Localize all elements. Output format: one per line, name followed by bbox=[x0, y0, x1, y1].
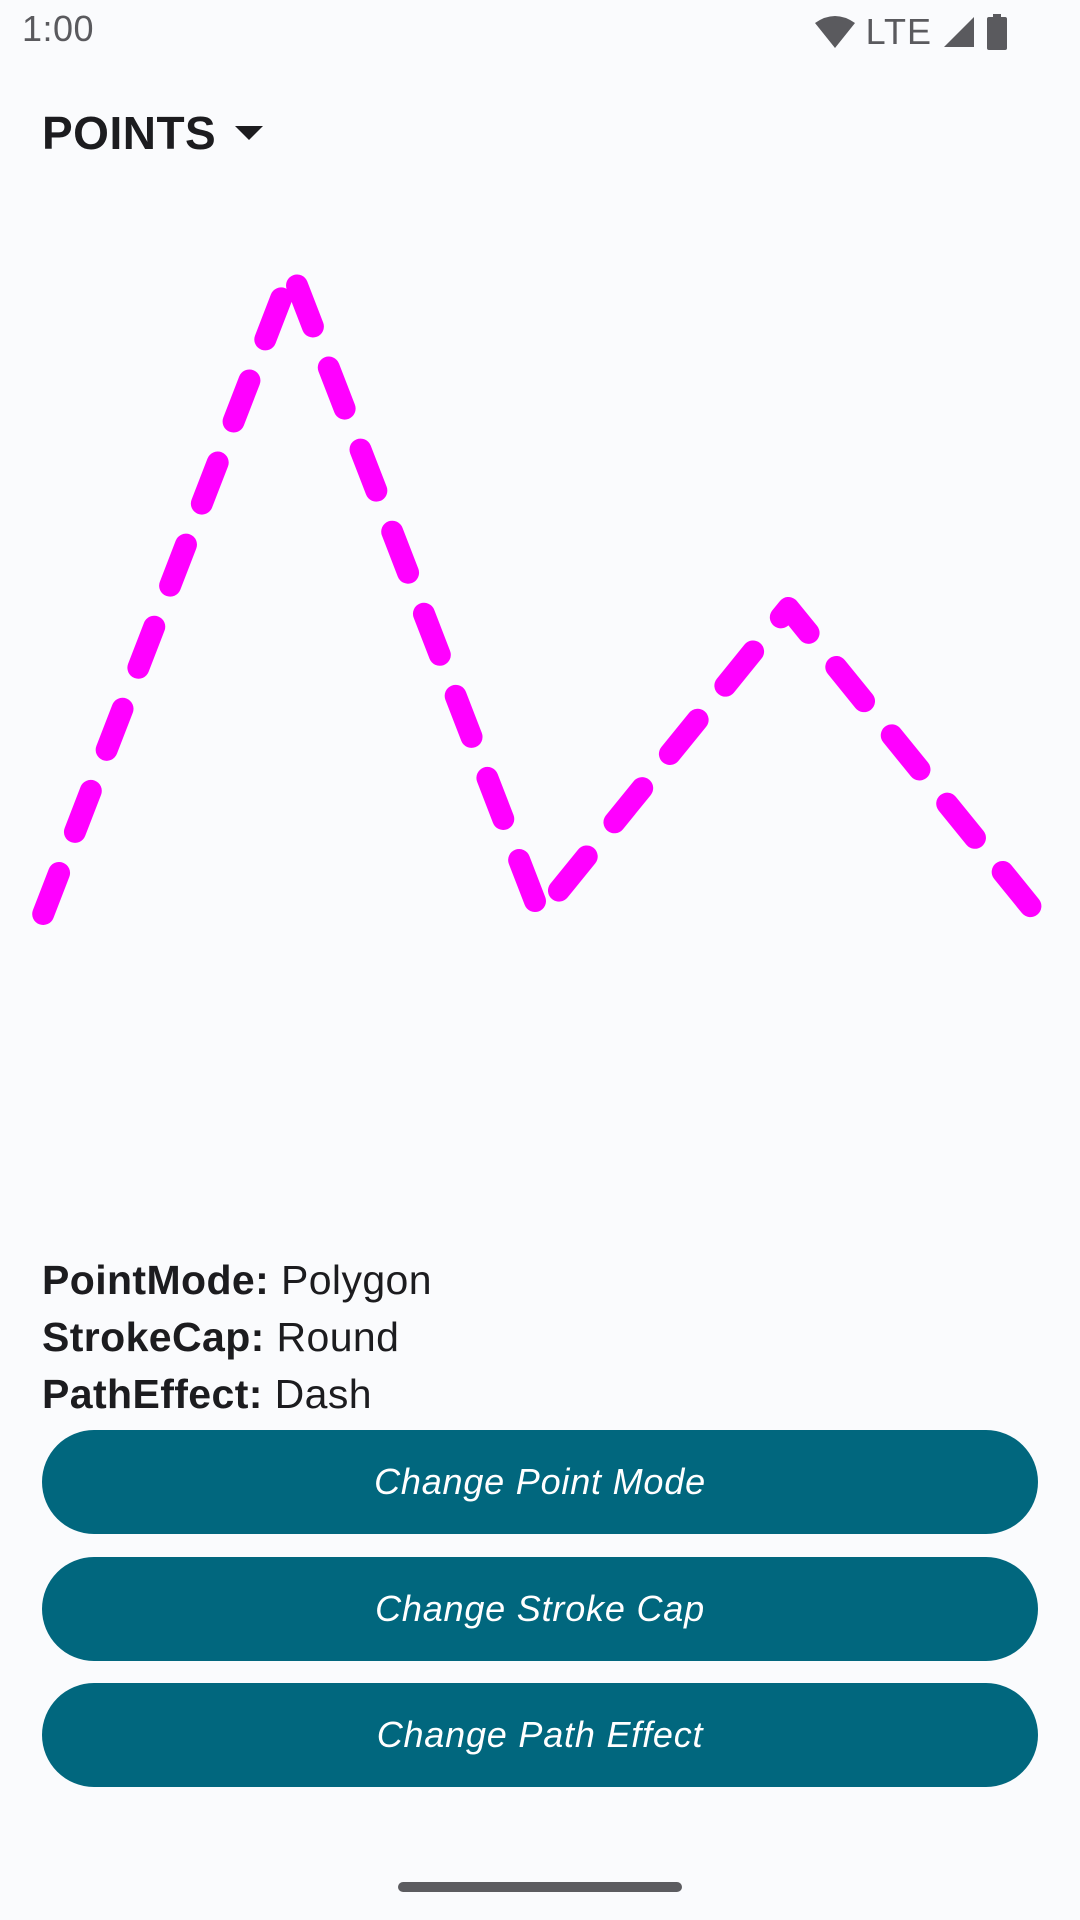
cell-signal-icon bbox=[944, 17, 974, 47]
point-mode-dropdown[interactable]: POINTS bbox=[42, 106, 264, 160]
battery-icon bbox=[987, 14, 1007, 50]
point-mode-key: PointMode: bbox=[42, 1257, 270, 1303]
point-mode-info: PointMode: Polygon bbox=[42, 1252, 432, 1309]
stroke-cap-info: StrokeCap: Round bbox=[42, 1309, 432, 1366]
point-mode-value: Polygon bbox=[280, 1257, 432, 1303]
home-indicator[interactable] bbox=[398, 1882, 682, 1892]
dropdown-label: POINTS bbox=[42, 107, 217, 159]
status-icons: LTE bbox=[814, 10, 1008, 54]
drawing-canvas bbox=[32, 260, 1048, 925]
status-time: 1:00 bbox=[22, 8, 95, 49]
info-panel: PointMode: Polygon StrokeCap: Round Path… bbox=[42, 1252, 432, 1423]
dashed-polygon-line bbox=[32, 260, 1048, 925]
wifi-icon bbox=[814, 16, 855, 48]
change-path-effect-button[interactable]: Change Path Effect bbox=[42, 1683, 1038, 1787]
stroke-cap-value: Round bbox=[276, 1314, 400, 1360]
caret-down-icon bbox=[235, 126, 264, 140]
network-label: LTE bbox=[865, 11, 932, 52]
path-effect-value: Dash bbox=[274, 1371, 372, 1417]
change-stroke-cap-button[interactable]: Change Stroke Cap bbox=[42, 1557, 1038, 1661]
change-point-mode-button[interactable]: Change Point Mode bbox=[42, 1430, 1038, 1534]
stroke-cap-key: StrokeCap: bbox=[42, 1314, 265, 1360]
status-bar: 1:00 LTE bbox=[0, 0, 1080, 64]
path-effect-info: PathEffect: Dash bbox=[42, 1366, 432, 1423]
path-effect-key: PathEffect: bbox=[42, 1371, 263, 1417]
